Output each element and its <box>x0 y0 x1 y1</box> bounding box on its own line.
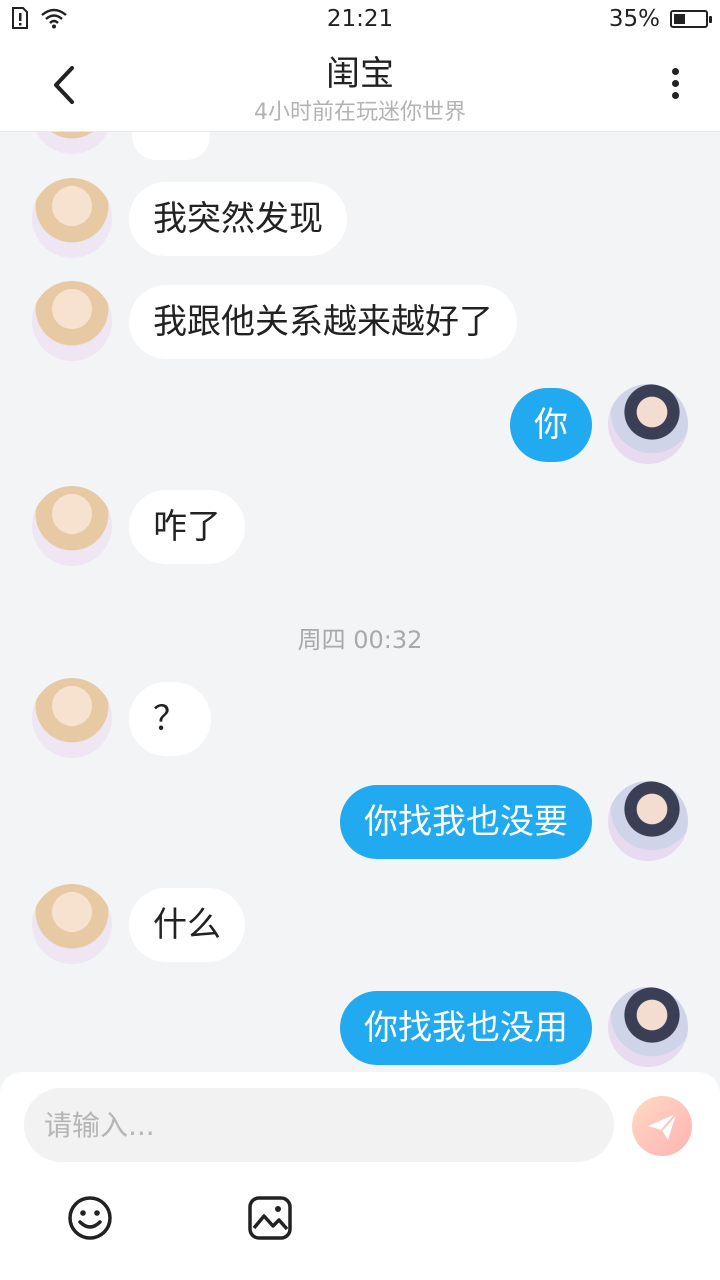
more-options-button[interactable] <box>660 64 690 108</box>
chat-screen: 21:21 35% 闺宝 4小时前在玩迷你世界 我突然发现 我跟他关系越来越好了… <box>0 0 720 1280</box>
message-bubble-incoming[interactable]: 咋了 <box>129 490 245 564</box>
message-bubble-incoming[interactable]: 我突然发现 <box>129 182 347 256</box>
image-icon <box>248 1196 292 1240</box>
message-row: 咋了 <box>0 486 720 566</box>
battery-fill <box>674 14 685 24</box>
contact-status: 4小时前在玩迷你世界 <box>254 100 466 125</box>
status-bar: 21:21 35% <box>0 0 720 38</box>
message-bubble-incoming[interactable]: 什么 <box>129 888 245 962</box>
contact-name: 闺宝 <box>326 54 394 94</box>
contact-avatar[interactable] <box>32 678 112 758</box>
message-row: 你找我也没用 <box>0 987 720 1067</box>
battery-percent: 35% <box>608 6 660 32</box>
message-row: 我跟他关系越来越好了 <box>0 281 720 361</box>
contact-avatar[interactable] <box>32 884 112 964</box>
chat-header: 闺宝 4小时前在玩迷你世界 <box>0 38 720 132</box>
emoji-icon <box>68 1196 112 1240</box>
message-bubble-outgoing[interactable]: 你找我也没要 <box>340 785 592 859</box>
message-list[interactable]: 我突然发现 我跟他关系越来越好了 你 咋了 周四 00:32 ？ 你找我也没要 … <box>0 132 720 1072</box>
message-bubble-partial <box>132 132 210 160</box>
send-button[interactable] <box>632 1096 692 1156</box>
message-row: 你找我也没要 <box>0 781 720 861</box>
message-row: 我突然发现 <box>0 178 720 258</box>
message-row: 什么 <box>0 884 720 964</box>
message-bubble-outgoing[interactable]: 你 <box>510 388 592 462</box>
contact-avatar[interactable] <box>32 281 112 361</box>
user-avatar[interactable] <box>608 384 688 464</box>
contact-avatar[interactable] <box>32 486 112 566</box>
contact-avatar[interactable] <box>32 178 112 258</box>
message-bubble-incoming[interactable]: 我跟他关系越来越好了 <box>129 285 517 359</box>
emoji-button[interactable] <box>66 1194 114 1242</box>
status-right: 35% <box>608 6 712 32</box>
user-avatar[interactable] <box>608 987 688 1067</box>
message-row: ？ <box>0 678 720 758</box>
contact-avatar[interactable] <box>32 132 112 154</box>
more-vertical-icon <box>671 68 679 75</box>
message-row <box>0 132 720 160</box>
send-icon <box>648 1113 677 1140</box>
user-avatar[interactable] <box>608 781 688 861</box>
battery-icon <box>670 10 712 28</box>
image-button[interactable] <box>246 1194 294 1242</box>
message-row: 你 <box>0 384 720 464</box>
message-bubble-incoming[interactable]: ？ <box>129 682 211 756</box>
timestamp-divider: 周四 00:32 <box>297 626 423 654</box>
message-composer <box>0 1072 720 1280</box>
message-bubble-outgoing[interactable]: 你找我也没用 <box>340 991 592 1065</box>
message-input[interactable] <box>24 1088 614 1162</box>
